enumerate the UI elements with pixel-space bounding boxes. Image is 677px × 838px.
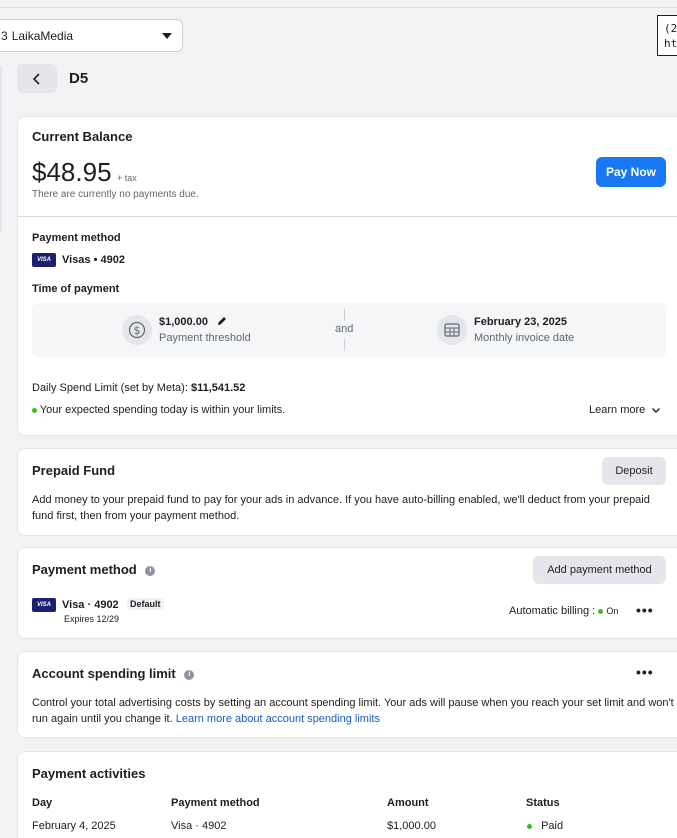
column-header-payment-method[interactable]: Payment method	[171, 797, 260, 809]
visa-card-icon: VISA	[32, 253, 56, 267]
account-selector[interactable]: 3 LaikaMedia	[0, 19, 183, 52]
spending-limit-header: Account spending limit i	[32, 666, 195, 681]
payment-method-card: Payment method i Add payment method VISA…	[17, 547, 677, 639]
current-balance-title: Current Balance	[32, 129, 133, 144]
daily-limit-label: Daily Spend Limit (set by Meta):	[32, 382, 188, 394]
prepaid-fund-description: Add money to your prepaid fund to pay fo…	[32, 494, 650, 522]
daily-spend-limit: Daily Spend Limit (set by Meta): $11,541…	[32, 382, 245, 394]
balance-amount: $48.95	[32, 157, 112, 187]
column-header-day[interactable]: Day	[32, 797, 52, 809]
and-divider-top	[344, 309, 345, 321]
payment-method-label: Payment method	[32, 232, 121, 244]
status-dot-icon	[32, 407, 37, 413]
daily-limit-value: $11,541.52	[190, 382, 246, 394]
balance-divider	[18, 216, 677, 217]
invoice-label: Monthly invoice date	[474, 332, 575, 344]
info-icon[interactable]: i	[145, 565, 156, 576]
caret-down-icon	[162, 33, 172, 39]
status-dot-icon	[527, 823, 532, 829]
more-options-button[interactable]: •••	[636, 664, 654, 680]
payment-method-header: Payment method i	[32, 562, 156, 577]
top-divider	[0, 7, 677, 8]
automatic-billing-status: Automatic billing : On	[509, 605, 618, 617]
spending-limit-title: Account spending limit	[32, 666, 176, 681]
spending-limit-description: Control your total advertising costs by …	[32, 695, 677, 727]
payment-activities-card: Payment activities Day Payment method Am…	[17, 751, 677, 838]
expected-spending: Your expected spending today is within y…	[32, 404, 285, 416]
tax-note: + tax	[117, 173, 137, 183]
learn-more-button[interactable]: Learn more	[589, 404, 661, 416]
threshold-amount: $1,000.00	[159, 316, 208, 328]
dollar-circle-icon: $	[122, 315, 152, 345]
status-dot-icon	[598, 608, 604, 614]
row-status-text: Paid	[541, 820, 564, 832]
pencil-icon[interactable]	[217, 316, 227, 326]
visa-card-icon: VISA	[32, 598, 56, 612]
tooltip-line-1: (2)	[664, 22, 677, 35]
back-button[interactable]	[17, 64, 57, 93]
auto-billing-on: On	[606, 606, 619, 616]
card-label: Visa · 4902	[62, 599, 119, 611]
row-amount: $1,000.00	[387, 820, 436, 832]
auto-billing-label: Automatic billing :	[509, 605, 596, 617]
row-day: February 4, 2025	[32, 820, 116, 832]
current-balance-card: Current Balance $48.95 + tax There are c…	[17, 116, 677, 436]
and-label: and	[335, 323, 354, 335]
prepaid-fund-card: Prepaid Fund Deposit Add money to your p…	[17, 448, 677, 536]
pay-now-button[interactable]: Pay Now	[596, 157, 666, 187]
row-status: Paid	[527, 820, 563, 832]
payment-method-title: Payment method	[32, 562, 137, 577]
info-icon[interactable]: i	[184, 669, 195, 680]
threshold-label: Payment threshold	[159, 332, 251, 344]
chevron-left-icon	[32, 72, 40, 85]
card-expiry: Expires 12/29	[64, 614, 120, 624]
account-selector-name: LaikaMedia	[11, 28, 74, 43]
left-panel-edge	[0, 66, 2, 232]
calendar-icon	[437, 315, 467, 345]
account-spending-limit-card: Account spending limit i ••• Control you…	[17, 651, 677, 738]
account-selector-prefix: 3	[1, 28, 8, 43]
time-of-payment-label: Time of payment	[32, 283, 120, 295]
tooltip-popup: (2) ht	[657, 15, 677, 56]
column-header-status[interactable]: Status	[526, 797, 560, 809]
spending-limit-learn-more-link[interactable]: Learn more about account spending limits	[176, 713, 380, 725]
prepaid-fund-title: Prepaid Fund	[32, 463, 116, 478]
learn-more-label: Learn more	[589, 404, 646, 416]
column-header-amount[interactable]: Amount	[387, 797, 429, 809]
expected-spending-text: Your expected spending today is within y…	[39, 404, 286, 416]
payment-method-value: Visas • 4902	[62, 254, 125, 266]
time-of-payment-box: $ $1,000.00 Payment threshold and Februa…	[32, 303, 666, 357]
invoice-date: February 23, 2025	[474, 316, 567, 328]
add-payment-method-button[interactable]: Add payment method	[533, 556, 666, 584]
deposit-button[interactable]: Deposit	[602, 457, 666, 485]
payment-activities-title: Payment activities	[32, 766, 146, 781]
svg-text:$: $	[134, 324, 141, 337]
no-payments-note: There are currently no payments due.	[32, 189, 199, 200]
tooltip-line-2: ht	[664, 37, 677, 50]
more-options-button[interactable]: •••	[636, 602, 654, 618]
chevron-down-icon	[652, 408, 661, 413]
row-payment-method: Visa · 4902	[171, 820, 227, 832]
default-badge: Default	[127, 598, 164, 610]
page-title: D5	[69, 70, 89, 87]
and-divider-bottom	[344, 339, 345, 351]
